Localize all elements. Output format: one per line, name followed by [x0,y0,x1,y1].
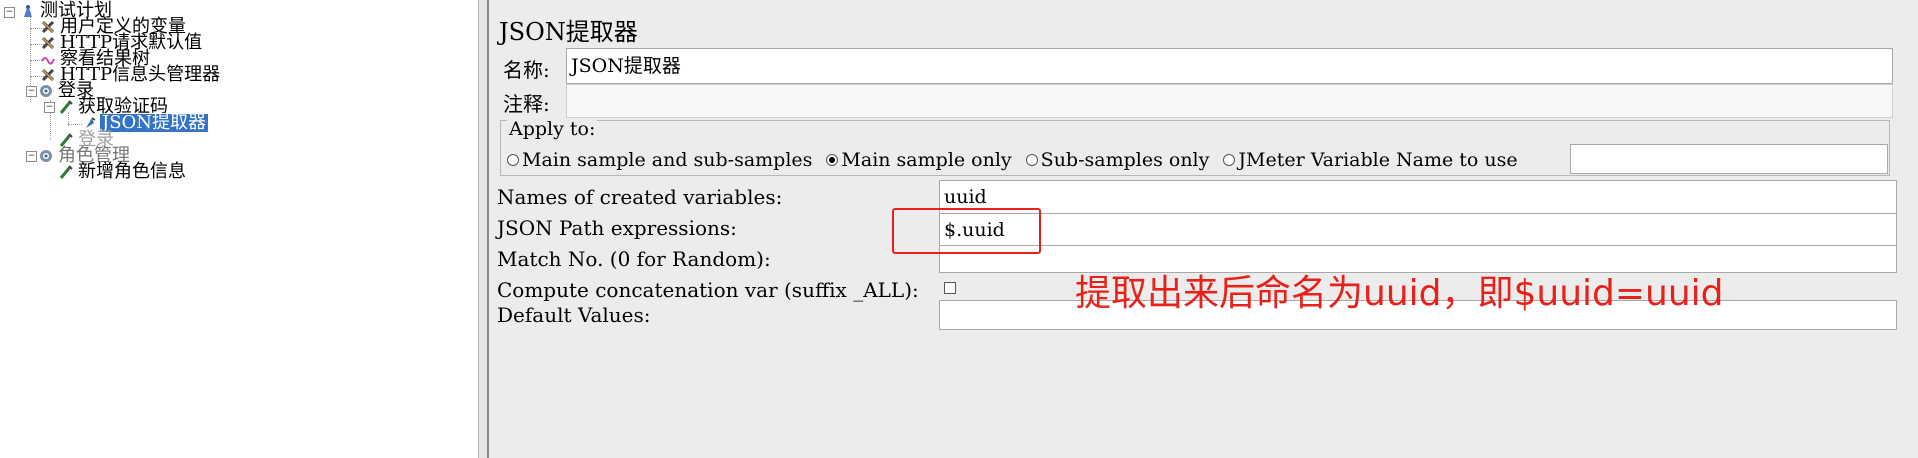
annotation-text: 提取出来后命名为uuid，即$uuid=uuid [1075,273,1724,314]
comment-label: 注释: [503,92,550,116]
test-plan-tree[interactable]: − − − − 测试计划 用户定义的变量 HTTP请求默认值 察看结果树 HTT… [0,0,479,458]
page-title: JSON提取器 [499,18,638,46]
radio-sub-only[interactable] [1025,154,1038,166]
sampler-icon [58,164,74,180]
concat-checkbox[interactable] [944,282,956,294]
jmeter-variable-field[interactable] [1570,144,1888,174]
radio-label: JMeter Variable Name to use [1238,149,1518,171]
tree-connector [68,124,82,125]
name-field[interactable]: JSON提取器 [566,48,1893,84]
radio-main-and-sub[interactable] [507,154,519,166]
match-no-label: Match No. (0 for Random): [497,247,771,271]
sampler-icon [58,99,74,115]
config-element-icon [40,67,56,83]
collapse-icon[interactable]: − [4,7,15,18]
apply-to-legend: Apply to: [507,118,598,140]
radio-label: Main sample and sub-samples [522,149,813,171]
collapse-icon[interactable]: − [26,151,37,162]
default-values-label: Default Values: [497,303,651,327]
tree-item-add-role-info[interactable]: 新增角色信息 [58,163,188,181]
variable-names-field[interactable]: uuid [939,180,1897,214]
config-element-icon [40,35,56,51]
radio-jmeter-variable[interactable] [1223,154,1236,166]
tree-item-label: JSON提取器 [100,112,209,133]
thread-group-icon [38,83,54,99]
json-path-field[interactable]: $.uuid [939,213,1897,247]
comment-field[interactable] [566,84,1893,118]
thread-group-icon [38,148,54,164]
json-extractor-panel: JSON提取器 名称: JSON提取器 注释: Apply to: Main s… [489,0,1918,458]
radio-main-only[interactable] [826,154,839,166]
apply-to-options: Main sample and sub-samples Main sample … [507,148,1526,172]
name-label: 名称: [503,58,550,82]
tree-item-label: 新增角色信息 [78,161,186,182]
collapse-icon[interactable]: − [44,102,55,113]
listener-icon [40,51,56,67]
radio-label: Sub-samples only [1040,149,1210,171]
test-plan-icon [20,3,36,19]
config-element-icon [40,19,56,35]
highlight-box [892,208,1041,254]
radio-label: Main sample only [841,149,1012,171]
json-path-label: JSON Path expressions: [497,216,737,240]
names-label: Names of created variables: [497,185,783,209]
collapse-icon[interactable]: − [26,86,37,97]
split-pane-divider[interactable] [479,0,489,458]
concat-label: Compute concatenation var (suffix _ALL): [497,278,919,302]
